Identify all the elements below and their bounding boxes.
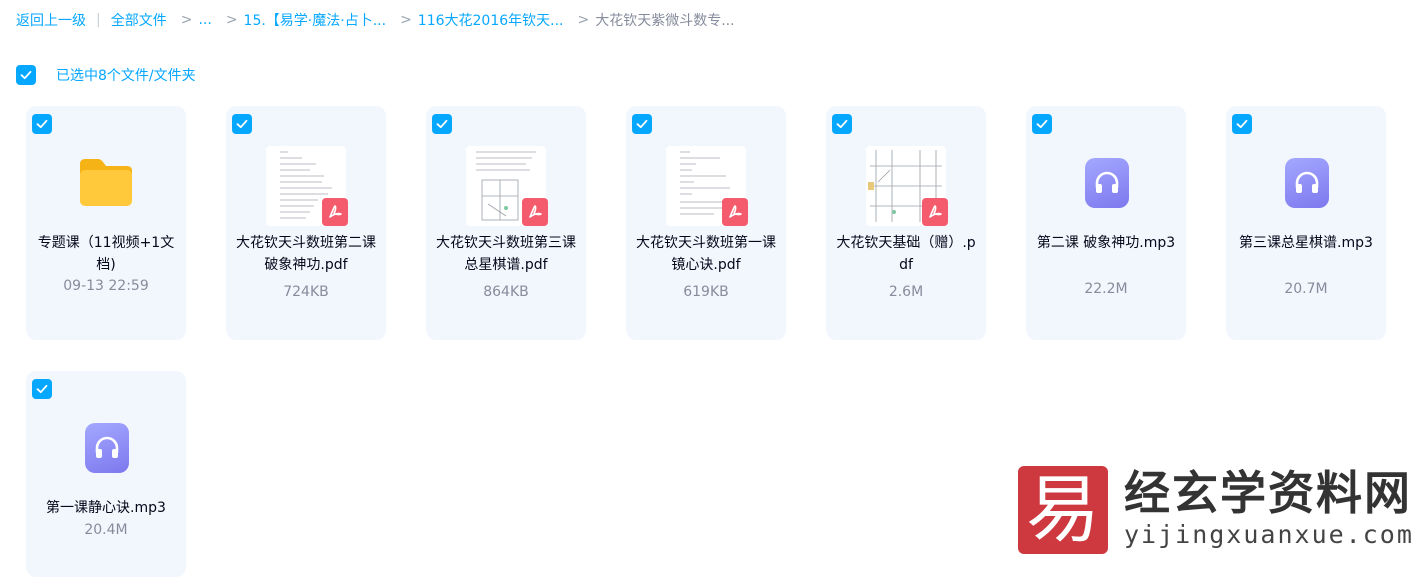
chevron-right-icon: > — [225, 12, 238, 28]
check-icon — [636, 119, 648, 129]
file-card[interactable]: 第三课总星棋谱.mp3 20.7M — [1226, 106, 1386, 340]
check-icon — [236, 119, 248, 129]
card-checkbox[interactable] — [32, 379, 52, 399]
card-checkbox[interactable] — [632, 114, 652, 134]
file-name: 第一课静心诀.mp3 — [46, 500, 166, 516]
file-name: 第三课总星棋谱.mp3 — [1239, 235, 1373, 251]
file-card[interactable]: 第一课静心诀.mp3 20.4M — [26, 371, 186, 577]
watermark-logo: 易 — [1018, 466, 1108, 554]
check-icon — [1036, 119, 1048, 129]
file-size: 20.7M — [1284, 281, 1328, 297]
card-checkbox[interactable] — [1232, 114, 1252, 134]
file-name: 专题课（11视频+1文档) — [37, 235, 175, 273]
check-icon — [836, 119, 848, 129]
headphones-icon — [1285, 158, 1329, 208]
file-date: 09-13 22:59 — [63, 278, 149, 294]
file-size: 2.6M — [888, 284, 924, 300]
breadcrumb: 返回上一级 | 全部文件 > ... > 15.【易学·魔法·占卜... > 1… — [16, 9, 735, 31]
card-checkbox[interactable] — [832, 114, 852, 134]
breadcrumb-all-files[interactable]: 全部文件 — [111, 10, 167, 30]
check-icon — [36, 384, 48, 394]
breadcrumb-crumb-2[interactable]: 116大花2016年钦天... — [418, 10, 564, 30]
file-name: 大花钦天斗数班第三课 总星棋谱.pdf — [436, 235, 576, 273]
file-card[interactable]: 专题课（11视频+1文档) 09-13 22:59 — [26, 106, 186, 340]
back-link[interactable]: 返回上一级 — [16, 10, 86, 30]
chevron-right-icon: > — [577, 12, 590, 28]
select-all-checkbox[interactable] — [16, 65, 36, 85]
chevron-right-icon: > — [400, 12, 412, 28]
check-icon — [436, 119, 448, 129]
breadcrumb-crumb-1[interactable]: 15.【易学·魔法·占卜... — [244, 10, 387, 30]
file-name: 大花钦天基础（赠）.pdf — [836, 235, 976, 273]
breadcrumb-ellipsis[interactable]: ... — [198, 12, 211, 28]
headphones-icon — [1085, 158, 1129, 208]
file-name: 大花钦天斗数班第二课 破象神功.pdf — [236, 235, 376, 273]
file-card[interactable]: 大花钦天斗数班第三课 总星棋谱.pdf 864KB — [426, 106, 586, 340]
file-name: 第二课 破象神功.mp3 — [1036, 235, 1176, 251]
watermark-url: yijingxuanxue.com — [1124, 520, 1414, 549]
file-card[interactable]: 大花钦天斗数班第二课 破象神功.pdf 724KB — [226, 106, 386, 340]
selection-count: 已选中8个文件/文件夹 — [56, 68, 196, 84]
card-checkbox[interactable] — [32, 114, 52, 134]
file-size: 724KB — [283, 284, 329, 300]
watermark: 易 经玄学资料网 yijingxuanxue.com — [1018, 466, 1414, 554]
file-size: 20.4M — [84, 522, 128, 538]
file-size: 22.2M — [1084, 281, 1128, 297]
card-checkbox[interactable] — [432, 114, 452, 134]
file-size: 619KB — [683, 284, 729, 300]
watermark-text: 经玄学资料网 yijingxuanxue.com — [1124, 466, 1414, 550]
check-icon — [1236, 119, 1248, 129]
file-card[interactable]: 大花钦天斗数班第一课 镜心诀.pdf 619KB — [626, 106, 786, 340]
pdf-icon — [322, 198, 348, 226]
headphones-icon — [85, 423, 129, 473]
file-card[interactable]: 第二课 破象神功.mp3 22.2M — [1026, 106, 1186, 340]
file-size: 864KB — [483, 284, 529, 300]
breadcrumb-divider: | — [96, 12, 101, 28]
pdf-icon — [722, 198, 748, 226]
pdf-icon — [922, 198, 948, 226]
chevron-right-icon: > — [180, 12, 193, 28]
file-name: 大花钦天斗数班第一课 镜心诀.pdf — [636, 235, 776, 273]
watermark-title: 经玄学资料网 — [1124, 466, 1412, 520]
check-icon — [36, 119, 48, 129]
card-checkbox[interactable] — [232, 114, 252, 134]
folder-icon — [80, 159, 132, 206]
card-checkbox[interactable] — [1032, 114, 1052, 134]
check-icon — [20, 70, 32, 80]
breadcrumb-current: 大花钦天紫微斗数专... — [595, 13, 735, 29]
select-all-row: 已选中8个文件/文件夹 — [16, 65, 196, 85]
file-card[interactable]: 大花钦天基础（赠）.pdf 2.6M — [826, 106, 986, 340]
pdf-icon — [522, 198, 548, 226]
